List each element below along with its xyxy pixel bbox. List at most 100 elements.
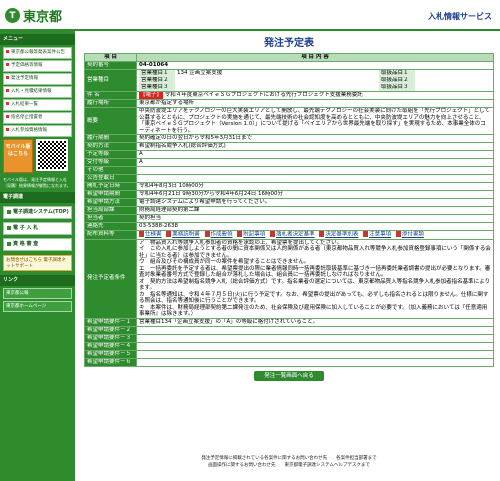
row-grade: 予定等級 A — [84, 150, 494, 159]
row-label: 希望申請要件－１ — [84, 317, 137, 327]
sidebar-links2-heading: リンク — [0, 275, 75, 286]
sidebar-item-qualification-review[interactable]: 資 格 審 査 — [3, 238, 72, 251]
notice-date-value — [136, 174, 494, 183]
rank-value — [415, 71, 491, 78]
bullet-icon — [6, 50, 9, 53]
sidebar-item-suspension[interactable]: 指名停止措置者 — [3, 112, 72, 124]
sidebar-item-label: 東京都公報等発表案件公告 — [11, 50, 65, 55]
doc-link-caution[interactable]: 注意事項 — [363, 231, 391, 238]
rank-label: 取扱品目１ — [379, 70, 415, 77]
business-value — [175, 84, 379, 91]
pdf-icon — [319, 231, 325, 237]
doc-link-spec[interactable]: 仕様書 — [139, 231, 162, 238]
main-content: 発注予定表 項 目 項 目 内 容 契約番号 04-01064 営業種目 営業種… — [84, 35, 494, 385]
pdf-icon — [204, 231, 210, 237]
business-type-cell: 営業種目１ 134 企画立案支援 取扱品目１ 営業種目２ 取扱品目２ 営業種目３ — [136, 69, 494, 92]
sidebar-item-results[interactable]: 入札・見積結果情報 — [3, 86, 72, 98]
sidebar-item-e-bidding[interactable]: 電 子 入 札 — [3, 222, 72, 235]
requirement-value — [136, 349, 494, 359]
row-label: 件 名 — [84, 91, 137, 100]
row-label: 公告登載日 — [84, 174, 137, 183]
recv-grade-value: A — [136, 158, 494, 167]
row-label: 配布資料等 — [84, 230, 137, 240]
page-title: 発注予定表 — [264, 38, 314, 49]
business-row: 営業種目２ 取扱品目２ — [139, 77, 491, 84]
sidebar-item-qualification[interactable]: 入札参加資格情報 — [3, 125, 72, 137]
conditions-value: ア 物品買入れ等競争入札参加者の資格を承認の上、希望票を提出してください。 イ … — [136, 238, 494, 319]
row-label: 契約番号 — [84, 61, 137, 70]
sidebar-item-kouhou[interactable]: 東京都公報等発表案件公告 — [3, 47, 72, 59]
bullet-icon — [6, 63, 9, 66]
summary-value: 中央防波堤エリアをテクノロジーの巨大実装エリアとして開放し、最先端テクノロジーの… — [136, 107, 494, 135]
row-requirement-3: 希望申請要件－３ — [84, 333, 494, 343]
mobile-section: モバイル版はこちら — [3, 139, 72, 175]
service-title: 入札情報サービス — [428, 12, 492, 21]
bullet-icon — [7, 241, 11, 246]
sidebar-menu: 東京都公報等発表案件公告 予定価格等情報 発注予定情報 入札・見積結果情報 入札… — [3, 47, 72, 137]
mobile-site-button[interactable]: モバイル版はこちら — [3, 139, 33, 173]
row-recv-grade: 受付等級 A — [84, 158, 494, 167]
business-label: 営業種目３ — [139, 84, 175, 91]
row-label: 概要 — [84, 107, 137, 135]
other-value — [136, 166, 494, 175]
row-label: 契約方法 — [84, 142, 137, 151]
doc-link-criteria[interactable]: 落札者決定基準 — [270, 231, 315, 238]
business-label: 営業種目１ — [139, 70, 175, 77]
qr-code-icon — [36, 139, 68, 171]
sidebar-item-system-top[interactable]: 電子調達システム(TOP) — [3, 206, 72, 219]
requirement-value — [136, 341, 494, 351]
requirement-value: 営業種目134「企画立案支援」の「A」の等級に格付けされていること。 — [136, 317, 494, 327]
apply-method-value: 電子調達システムにより希望申請を行ってください。 — [136, 198, 494, 207]
sidebar-links-heading: 電子調達 — [0, 192, 75, 203]
footer-line-1: 発注予定情報に掲載されている各案件に関するお問い合わせ先 各案件担当部署まで — [201, 456, 377, 461]
link-tokyo-kouhou[interactable]: 東京都公報 — [3, 288, 72, 299]
row-open-date: 開札予定日時 令和4年8月3日 10時00分 — [84, 182, 494, 191]
pdf-icon — [395, 231, 401, 237]
row-label: 希望申請期間 — [84, 190, 137, 199]
pdf-icon — [166, 231, 172, 237]
sidebar-item-label: 指名停止措置者 — [11, 115, 43, 120]
sidebar-item-price[interactable]: 予定価格等情報 — [3, 60, 72, 72]
column-header-item: 項 目 — [84, 53, 137, 62]
business-value: 134 企画立案支援 — [177, 70, 223, 77]
row-label: 発注予定者条件 — [84, 238, 137, 319]
doc-link-criteria-table[interactable]: 決定基準別表 — [319, 231, 358, 238]
rank-value — [415, 84, 491, 91]
tokyo-emblem-icon: T — [5, 8, 20, 23]
electronic-tag: 【電子】 — [139, 92, 164, 99]
sidebar-item-order-plan[interactable]: 発注予定情報 — [3, 73, 72, 85]
business-row: 営業種目１ 134 企画立案支援 取扱品目１ — [139, 70, 491, 77]
sidebar-item-label: 電子調達システム(TOP) — [13, 209, 69, 215]
order-detail-table: 項 目 項 目 内 容 契約番号 04-01064 営業種目 営業種目１ 134… — [84, 53, 494, 367]
link-tokyo-homepage[interactable]: 東京都ホームページ — [3, 301, 72, 312]
tokyo-logo[interactable]: T 東京都 — [5, 6, 62, 25]
back-to-list-button[interactable]: 発注一覧画面へ戻る — [254, 370, 324, 381]
doc-link-guide[interactable]: 作成要領 — [204, 231, 233, 238]
period-value: 契約確定の日の翌日から令和5年3月31日まで — [136, 134, 494, 143]
doc-link-attachments[interactable]: 添付書類 — [395, 231, 424, 238]
row-label: その他 — [84, 166, 137, 175]
row-apply-method: 希望申請方法 電子調達システムにより希望申請を行ってください。 — [84, 198, 494, 207]
rank-label: 取扱品目２ — [379, 77, 415, 84]
row-requirement-6: 希望申請要件－６ — [84, 357, 494, 367]
grade-value: A — [136, 150, 494, 159]
row-method: 契約方法 希望制指名競争入札(総合評価方式) — [84, 142, 494, 151]
sidebar-item-label: 資 格 審 査 — [13, 241, 39, 247]
row-conditions: 発注予定者条件 ア 物品買入れ等競争入札参加者の資格を承認の上、希望票を提出して… — [84, 238, 494, 319]
bullet-icon — [7, 225, 11, 230]
row-requirement-2: 希望申請要件－２ — [84, 325, 494, 335]
doc-link-notes[interactable]: 附記事項 — [237, 231, 265, 238]
row-person: 担当者 契約担当 — [84, 214, 494, 223]
inquiry-banner[interactable]: お問合せはこちら 電子調達ネットサポート — [3, 255, 72, 271]
business-value — [175, 77, 379, 84]
row-location: 履行場所 東京都が指定する場所 — [84, 99, 494, 108]
doc-link-explanation[interactable]: 業務説明書 — [166, 231, 200, 238]
row-label: 連絡先 — [84, 222, 137, 231]
pdf-icon — [237, 231, 243, 237]
sidebar-item-result-list[interactable]: 入札結果一覧 — [3, 99, 72, 111]
name-value: 令和４年度東京ベイｅＳＧプロジェクトにおける先行プロジェクト支援業務委託 — [164, 92, 363, 99]
header: T 東京都 入札情報サービス — [0, 0, 500, 33]
row-tel: 連絡先 03-5388-2638 — [84, 222, 494, 231]
sidebar-item-label: 予定価格等情報 — [11, 63, 43, 68]
row-docs: 配布資料等 仕様書 業務説明書 作成要領 附記事項 落札者決定基準 決定基準別表… — [84, 230, 494, 240]
